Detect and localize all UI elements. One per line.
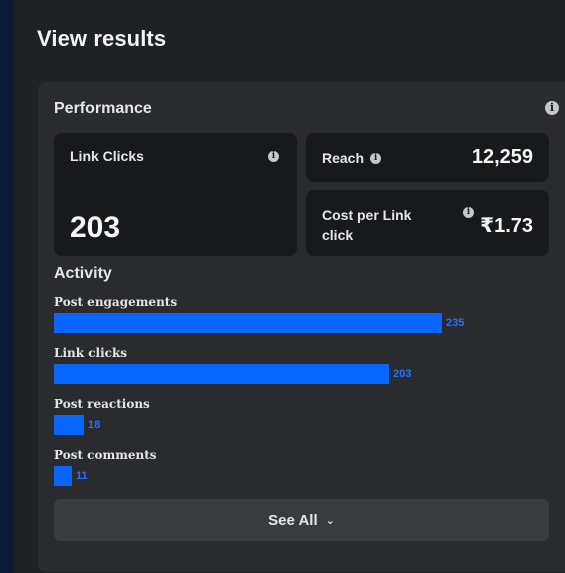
reach-label: Reach bbox=[322, 150, 365, 166]
cost-per-link-click-metric: Cost per Link click i ₹1.73 bbox=[306, 190, 549, 256]
activity-label: Post comments bbox=[54, 448, 157, 462]
performance-card: Performance i Link Clicks i 203 Reach i … bbox=[38, 82, 565, 572]
activity-list: Post engagements 235 Link clicks 203 Pos… bbox=[54, 295, 554, 499]
activity-row-post-comments: Post comments 11 bbox=[54, 448, 554, 499]
left-nav-strip bbox=[0, 0, 14, 573]
info-icon[interactable]: i bbox=[370, 152, 382, 164]
activity-label: Post engagements bbox=[54, 295, 178, 309]
info-icon[interactable]: i bbox=[463, 207, 474, 218]
activity-bar-row: 11 bbox=[54, 466, 554, 486]
activity-row-post-engagements: Post engagements 235 bbox=[54, 295, 554, 346]
activity-bar bbox=[54, 415, 84, 435]
info-icon[interactable]: i bbox=[545, 101, 559, 115]
activity-bar-value: 235 bbox=[446, 317, 465, 329]
activity-bar-row: 18 bbox=[54, 415, 554, 435]
activity-row-link-clicks: Link clicks 203 bbox=[54, 346, 554, 397]
activity-bar-value: 18 bbox=[88, 419, 101, 431]
activity-label: Post reactions bbox=[54, 397, 150, 411]
activity-label: Link clicks bbox=[54, 346, 128, 360]
chevron-down-icon: ⌄ bbox=[325, 514, 335, 527]
activity-bar bbox=[54, 364, 389, 384]
activity-bar bbox=[54, 466, 72, 486]
cost-per-link-click-label: Cost per Link click bbox=[322, 207, 412, 243]
results-page: View results Performance i Link Clicks i… bbox=[14, 0, 565, 573]
see-all-label: See All bbox=[268, 511, 318, 529]
reach-metric: Reach i 12,259 bbox=[306, 133, 549, 182]
reach-label-group: Reach i bbox=[322, 150, 382, 166]
activity-bar-row: 235 bbox=[54, 313, 554, 333]
page-title: View results bbox=[37, 26, 167, 51]
reach-value: 12,259 bbox=[471, 146, 533, 168]
activity-bar-value: 203 bbox=[393, 368, 412, 380]
see-all-button[interactable]: See All ⌄ bbox=[54, 499, 549, 541]
activity-title: Activity bbox=[54, 265, 112, 282]
activity-bar-row: 203 bbox=[54, 364, 554, 384]
activity-bar bbox=[54, 313, 442, 333]
link-clicks-label: Link Clicks bbox=[70, 148, 144, 164]
info-icon[interactable]: i bbox=[268, 151, 279, 162]
cost-per-link-click-value: ₹1.73 bbox=[480, 215, 533, 237]
performance-title: Performance bbox=[54, 100, 152, 117]
activity-row-post-reactions: Post reactions 18 bbox=[54, 397, 554, 448]
link-clicks-value: 203 bbox=[70, 211, 121, 244]
activity-bar-value: 11 bbox=[76, 470, 88, 482]
link-clicks-metric: Link Clicks i 203 bbox=[54, 133, 297, 256]
